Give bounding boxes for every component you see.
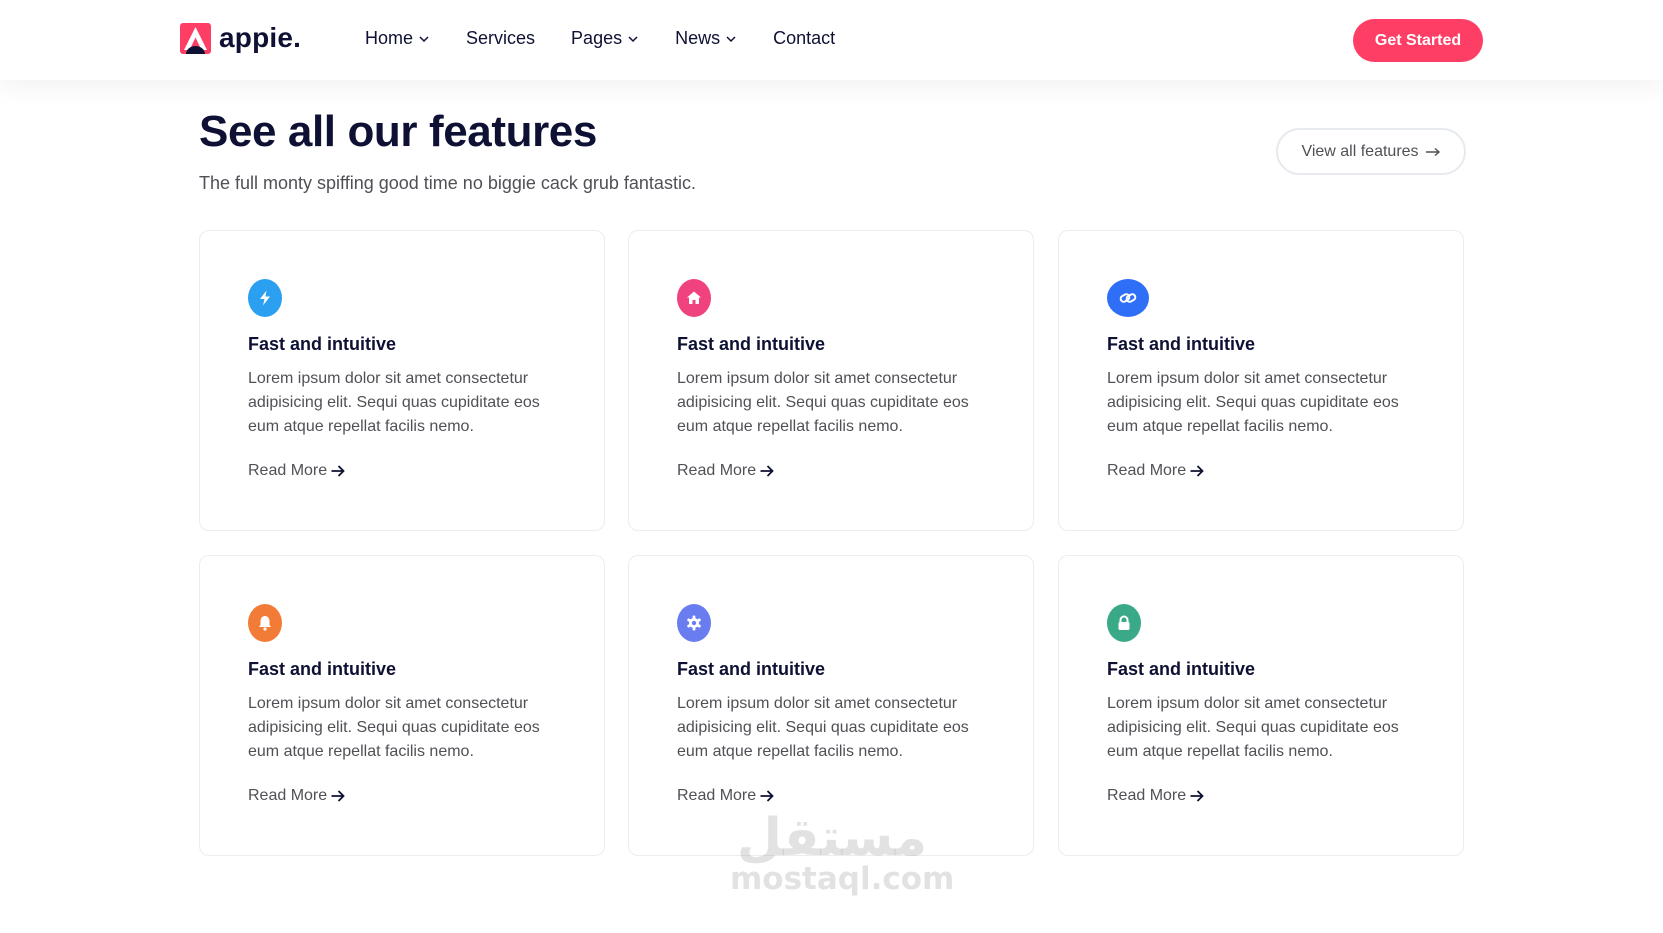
arrow-right-icon: [760, 790, 774, 802]
get-started-button[interactable]: Get Started: [1353, 19, 1483, 62]
feature-title: Fast and intuitive: [248, 659, 397, 679]
home-icon: [687, 291, 701, 304]
feature-icon-badge: [1107, 604, 1141, 642]
feature-icon-badge: [677, 279, 711, 317]
read-more-link[interactable]: Read More: [677, 787, 775, 805]
read-more-label: Read More: [1107, 462, 1187, 479]
feature-title: Fast and intuitive: [1107, 659, 1256, 679]
arrow-right-icon: [331, 465, 345, 477]
section-subtitle: The full monty spiffing good time no big…: [199, 173, 696, 193]
feature-icon-badge: [1107, 279, 1149, 317]
feature-text: Lorem ipsum dolor sit amet consectetur a…: [677, 695, 969, 760]
read-more-label: Read More: [248, 787, 328, 804]
read-more-label: Read More: [677, 462, 757, 479]
feature-card: Fast and intuitive Lorem ipsum dolor sit…: [199, 555, 605, 856]
feature-title: Fast and intuitive: [677, 334, 826, 354]
read-more-link[interactable]: Read More: [248, 787, 346, 805]
section-title: See all our features: [199, 107, 597, 156]
feature-text: Lorem ipsum dolor sit amet consectetur a…: [677, 370, 969, 435]
feature-text: Lorem ipsum dolor sit amet consectetur a…: [1107, 370, 1399, 435]
logo[interactable]: appie.: [180, 22, 301, 54]
read-more-label: Read More: [248, 462, 328, 479]
feature-text: Lorem ipsum dolor sit amet consectetur a…: [248, 695, 540, 760]
site-header: appie. Home Services Pages News Contact …: [0, 0, 1663, 80]
read-more-label: Read More: [677, 787, 757, 804]
chevron-down-icon: [726, 35, 736, 42]
link-icon: [1119, 293, 1137, 303]
arrow-right-icon: [1425, 147, 1440, 156]
bell-icon: [259, 616, 271, 631]
chevron-down-icon: [628, 35, 638, 42]
nav-item-services[interactable]: Services: [466, 28, 535, 49]
nav-item-label: Home: [365, 28, 414, 48]
bolt-icon: [260, 290, 270, 306]
watermark-latin: mostaql.com: [730, 861, 955, 897]
feature-card: Fast and intuitive Lorem ipsum dolor sit…: [1058, 230, 1464, 531]
nav-item-contact[interactable]: Contact: [773, 28, 835, 49]
nav-item-label: Services: [466, 28, 536, 48]
feature-icon-badge: [677, 604, 711, 642]
feature-title: Fast and intuitive: [248, 334, 397, 354]
feature-text: Lorem ipsum dolor sit amet consectetur a…: [248, 370, 540, 435]
feature-card: Fast and intuitive Lorem ipsum dolor sit…: [1058, 555, 1464, 856]
read-more-link[interactable]: Read More: [1107, 462, 1205, 480]
read-more-label: Read More: [1107, 787, 1187, 804]
logo-text: appie.: [219, 22, 302, 53]
lock-icon: [1118, 615, 1130, 630]
nav-item-label: Pages: [571, 28, 623, 48]
arrow-right-icon: [331, 790, 345, 802]
read-more-link[interactable]: Read More: [248, 462, 346, 480]
feature-title: Fast and intuitive: [1107, 334, 1256, 354]
arrow-right-icon: [1190, 790, 1204, 802]
nav-item-pages[interactable]: Pages: [571, 28, 639, 49]
page: appie. Home Services Pages News Contact …: [0, 0, 1663, 933]
nav-item-label: News: [675, 28, 721, 48]
arrow-right-icon: [760, 465, 774, 477]
feature-card: Fast and intuitive Lorem ipsum dolor sit…: [199, 230, 605, 531]
feature-icon-badge: [248, 279, 282, 317]
arrow-right-icon: [1190, 465, 1204, 477]
feature-icon-badge: [248, 604, 282, 642]
feature-title: Fast and intuitive: [677, 659, 826, 679]
chevron-down-icon: [419, 35, 429, 42]
feature-text: Lorem ipsum dolor sit amet consectetur a…: [1107, 695, 1399, 760]
read-more-link[interactable]: Read More: [677, 462, 775, 480]
nav-item-home[interactable]: Home: [365, 28, 430, 49]
view-all-label: View all features: [1301, 142, 1419, 160]
feature-card: Fast and intuitive Lorem ipsum dolor sit…: [628, 555, 1034, 856]
view-all-features-button[interactable]: View all features: [1276, 128, 1466, 175]
read-more-link[interactable]: Read More: [1107, 787, 1205, 805]
main-nav: Home Services Pages News Contact: [365, 28, 835, 49]
feature-card: Fast and intuitive Lorem ipsum dolor sit…: [628, 230, 1034, 531]
nav-item-news[interactable]: News: [675, 28, 737, 49]
gear-icon: [687, 615, 701, 631]
nav-item-label: Contact: [773, 28, 836, 48]
logo-icon: [180, 22, 211, 54]
